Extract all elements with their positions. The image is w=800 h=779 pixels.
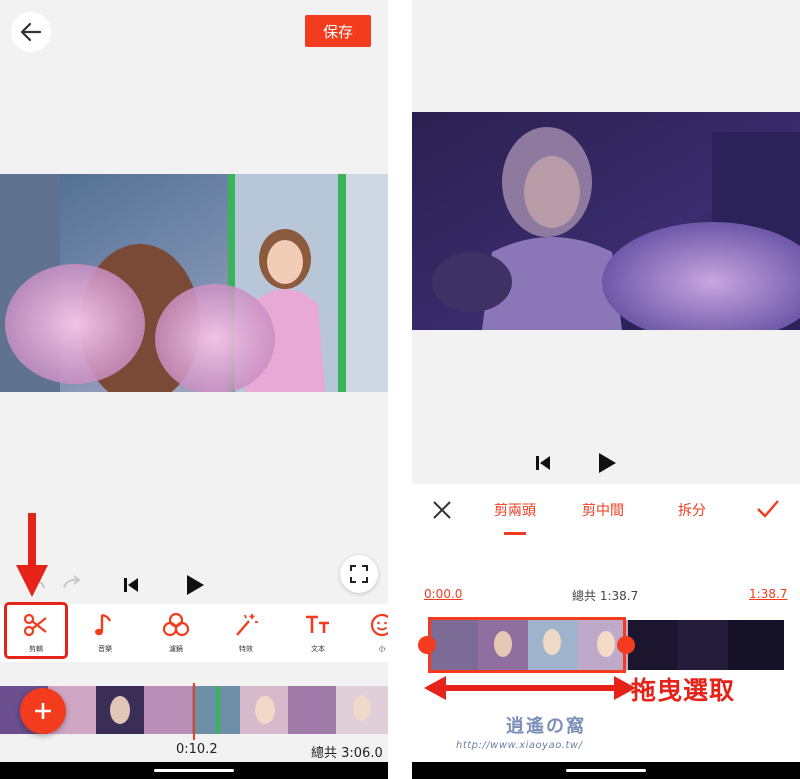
left-phone-screen: 保存 剪輯 音樂 濾鏡 特效 文本 小 0:10.2 總共 3:06.0 bbox=[0, 0, 388, 779]
tool-label: 特效 bbox=[239, 645, 253, 653]
back-button[interactable] bbox=[11, 12, 51, 52]
total-duration: 總共 3:06.0 bbox=[311, 746, 383, 761]
cut-tool-highlight bbox=[4, 602, 68, 659]
tool-effects[interactable]: 特效 bbox=[216, 604, 276, 662]
tool-label: 文本 bbox=[311, 645, 325, 653]
home-indicator[interactable] bbox=[154, 769, 234, 772]
fullscreen-button[interactable] bbox=[340, 555, 378, 593]
site-watermark: 逍遙の窩 http://www.xiaoyao.tw/ bbox=[456, 712, 606, 756]
back-arrow-icon bbox=[20, 22, 42, 42]
close-icon[interactable] bbox=[432, 500, 452, 520]
skip-to-start-icon[interactable] bbox=[122, 576, 140, 594]
redo-icon[interactable] bbox=[62, 574, 84, 592]
home-indicator[interactable] bbox=[566, 769, 646, 772]
system-nav-bar bbox=[0, 762, 388, 779]
play-icon[interactable] bbox=[596, 451, 618, 475]
selection-start-handle[interactable] bbox=[418, 636, 436, 654]
video-preview bbox=[412, 112, 800, 330]
tool-label: 小 bbox=[378, 645, 386, 653]
selection-duration: 總共 1:38.7 bbox=[572, 589, 639, 603]
tab-split[interactable]: 拆分 bbox=[678, 500, 706, 520]
skip-to-start-icon[interactable] bbox=[534, 454, 552, 472]
add-clip-button[interactable] bbox=[20, 688, 66, 734]
playback-controls bbox=[0, 562, 388, 606]
tool-music[interactable]: 音樂 bbox=[75, 604, 135, 662]
annotation-double-arrow-icon bbox=[424, 676, 636, 700]
watermark-title: 逍遙の窩 bbox=[506, 716, 586, 737]
screen-divider bbox=[388, 0, 412, 779]
range-start-time: 0:00.0 bbox=[424, 587, 463, 601]
magic-wand-icon bbox=[236, 614, 258, 636]
plus-icon bbox=[35, 703, 51, 719]
current-time: 0:10.2 bbox=[176, 742, 218, 757]
music-note-icon bbox=[95, 613, 112, 636]
system-nav-bar bbox=[412, 762, 800, 779]
tool-filter[interactable]: 濾鏡 bbox=[146, 604, 206, 662]
fullscreen-icon bbox=[350, 565, 368, 583]
save-button[interactable]: 保存 bbox=[305, 15, 371, 47]
annotation-label: 拖曳選取 bbox=[631, 676, 736, 705]
tab-trim-middle[interactable]: 剪中間 bbox=[582, 500, 624, 520]
right-phone-screen: 剪兩頭 剪中間 拆分 0:00.0 總共 1:38.7 1:38.7 拖曳選取 … bbox=[412, 0, 800, 779]
play-icon[interactable] bbox=[184, 573, 206, 597]
range-end-time: 1:38.7 bbox=[749, 587, 788, 601]
confirm-check-icon[interactable] bbox=[756, 498, 780, 520]
annotation-down-arrow-icon bbox=[16, 513, 48, 597]
active-tab-indicator bbox=[504, 532, 526, 535]
selection-range-box bbox=[428, 617, 626, 673]
selection-end-handle[interactable] bbox=[617, 636, 635, 654]
tool-text[interactable]: 文本 bbox=[288, 604, 348, 662]
tool-label: 音樂 bbox=[98, 645, 112, 653]
playhead[interactable] bbox=[193, 683, 195, 740]
tab-trim-ends[interactable]: 剪兩頭 bbox=[494, 500, 536, 520]
watermark-url: http://www.xiaoyao.tw/ bbox=[456, 740, 583, 751]
video-preview bbox=[0, 174, 388, 392]
filter-circles-icon bbox=[162, 612, 190, 637]
tool-label: 濾鏡 bbox=[169, 645, 183, 653]
text-icon bbox=[306, 615, 329, 633]
sticker-face-icon bbox=[370, 613, 388, 637]
tool-sticker[interactable]: 小 bbox=[352, 604, 388, 662]
trim-panel: 剪兩頭 剪中間 拆分 0:00.0 總共 1:38.7 1:38.7 拖曳選取 … bbox=[412, 484, 800, 762]
